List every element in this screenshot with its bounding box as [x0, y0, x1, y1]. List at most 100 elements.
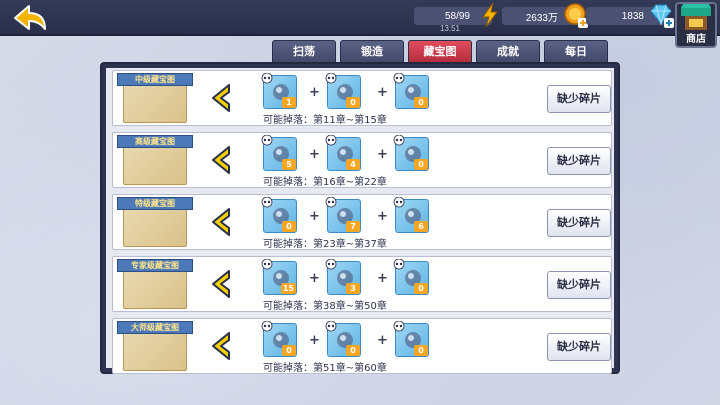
tab-forge[interactable]: 锻造 [340, 40, 404, 62]
treasure-map-row: 高级藏宝图 5 + 4 + 0 可能掉落：第16章~第22章 缺少碎片 [112, 132, 612, 188]
scroll-map-icon [123, 269, 187, 309]
scroll-map-icon [123, 83, 187, 123]
plus-icon: + [377, 271, 388, 286]
fragment-count: 15 [280, 283, 296, 294]
plus-icon: + [309, 147, 320, 162]
fragment-count: 7 [346, 221, 360, 232]
drop-prefix: 可能掉落： [263, 363, 313, 374]
drop-range: 第23章~第37章 [313, 239, 387, 250]
plus-icon: + [309, 333, 320, 348]
chevron-left-icon [212, 270, 230, 298]
map-name-label: 专家级藏宝图 [117, 259, 193, 272]
drop-prefix: 可能掉落： [263, 177, 313, 188]
gold-coin-add-icon[interactable] [564, 2, 588, 28]
fragment-slot-barrel[interactable]: 1 [261, 73, 297, 109]
lightning-icon [482, 2, 498, 28]
map-name-label: 中级藏宝图 [117, 73, 193, 86]
plus-icon: + [377, 333, 388, 348]
drop-info: 可能掉落：第51章~第60章 [263, 359, 387, 374]
fragment-count: 1 [282, 97, 296, 108]
gem-value: 1838 [621, 10, 644, 22]
gold-value: 2633万 [525, 12, 558, 24]
fragment-slot-key[interactable]: 0 [261, 197, 297, 233]
treasure-map-row: 大师级藏宝图 0 + 0 + 0 可能掉落：第51章~第60章 缺少碎片 [112, 318, 612, 374]
fragment-count: 6 [414, 221, 428, 232]
treasure-map-thumbnail[interactable]: 高级藏宝图 [117, 135, 193, 187]
fragment-slot-whale[interactable]: 0 [393, 321, 429, 357]
tab-treasure-map[interactable]: 藏宝图 [408, 40, 472, 62]
chevron-left-icon [212, 332, 230, 360]
back-button[interactable] [8, 2, 52, 34]
scroll-map-icon [123, 207, 187, 247]
chevron-left-icon [212, 84, 230, 112]
fragment-slot-spyglass[interactable]: 0 [325, 73, 361, 109]
drop-info: 可能掉落：第16章~第22章 [263, 173, 387, 188]
fragment-slot-pirate-hat[interactable]: 7 [325, 197, 361, 233]
fragment-slot-orb[interactable]: 0 [393, 259, 429, 295]
fragment-slot-ring[interactable]: 3 [325, 259, 361, 295]
fragment-slot-telescope[interactable]: 5 [261, 135, 297, 171]
drop-range: 第51章~第60章 [313, 363, 387, 374]
chevron-left-icon [212, 146, 230, 174]
scroll-map-icon [123, 145, 187, 185]
treasure-map-thumbnail[interactable]: 专家级藏宝图 [117, 259, 193, 311]
fragment-count: 3 [346, 283, 360, 294]
missing-fragments-button[interactable]: 缺少碎片 [547, 209, 611, 237]
drop-prefix: 可能掉落： [263, 115, 313, 126]
plus-icon: + [377, 147, 388, 162]
chevron-left-icon [212, 208, 230, 236]
map-name-label: 特级藏宝图 [117, 197, 193, 210]
fragment-count: 0 [346, 97, 360, 108]
fragment-slot-magnifier[interactable]: 15 [261, 259, 297, 295]
fragment-slot-sword[interactable]: 4 [325, 135, 361, 171]
fragment-count: 0 [282, 345, 296, 356]
missing-fragments-button[interactable]: 缺少碎片 [547, 271, 611, 299]
fragment-count: 0 [346, 345, 360, 356]
stamina-value: 58/99 [444, 10, 470, 22]
diamond-add-icon[interactable] [648, 2, 674, 28]
fragment-count: 0 [414, 283, 428, 294]
stamina-timer: 13:51 [439, 24, 461, 33]
top-bar: 58/99 13:51 2633万 1838 商店 [0, 0, 720, 48]
stamina-counter: 58/99 [414, 2, 498, 28]
fragment-count: 4 [346, 159, 360, 170]
plus-icon: + [309, 85, 320, 100]
drop-range: 第16章~第22章 [313, 177, 387, 188]
missing-fragments-button[interactable]: 缺少碎片 [547, 147, 611, 175]
fragment-slot-bomb[interactable]: 6 [393, 197, 429, 233]
tab-sweep[interactable]: 扫荡 [272, 40, 336, 62]
treasure-map-list: 中级藏宝图 1 + 0 + 0 可能掉落：第11章~第15章 缺少碎片 高级藏宝… [106, 68, 614, 374]
tab-bar: 扫荡 锻造 藏宝图 成就 每日 [272, 40, 608, 62]
treasure-map-row: 特级藏宝图 0 + 7 + 6 可能掉落：第23章~第37章 缺少碎片 [112, 194, 612, 250]
missing-fragments-button[interactable]: 缺少碎片 [547, 85, 611, 113]
treasure-map-row: 中级藏宝图 1 + 0 + 0 可能掉落：第11章~第15章 缺少碎片 [112, 70, 612, 126]
fragment-count: 0 [414, 97, 428, 108]
plus-icon: + [309, 271, 320, 286]
fragment-slot-anchor[interactable]: 0 [325, 321, 361, 357]
drop-prefix: 可能掉落： [263, 301, 313, 312]
treasure-map-thumbnail[interactable]: 大师级藏宝图 [117, 321, 193, 373]
drop-info: 可能掉落：第38章~第50章 [263, 297, 387, 312]
shop-button[interactable]: 商店 [675, 2, 717, 48]
tab-daily[interactable]: 每日 [544, 40, 608, 62]
scroll-map-icon [123, 331, 187, 371]
treasure-map-thumbnail[interactable]: 特级藏宝图 [117, 197, 193, 249]
plus-icon: + [377, 85, 388, 100]
missing-fragments-button[interactable]: 缺少碎片 [547, 333, 611, 361]
drop-prefix: 可能掉落： [263, 239, 313, 250]
tab-achievements[interactable]: 成就 [476, 40, 540, 62]
fragment-slot-card[interactable]: 0 [261, 321, 297, 357]
treasure-map-thumbnail[interactable]: 中级藏宝图 [117, 73, 193, 125]
fragment-count: 5 [282, 159, 296, 170]
treasure-map-row: 专家级藏宝图 15 + 3 + 0 可能掉落：第38章~第50章 缺少碎片 [112, 256, 612, 312]
fragment-slot-hook[interactable]: 0 [393, 135, 429, 171]
plus-icon: + [377, 209, 388, 224]
back-arrow-icon [14, 5, 46, 30]
map-name-label: 高级藏宝图 [117, 135, 193, 148]
fragment-slot-goblet[interactable]: 0 [393, 73, 429, 109]
drop-range: 第11章~第15章 [313, 115, 387, 126]
drop-info: 可能掉落：第23章~第37章 [263, 235, 387, 250]
treasure-map-panel: 中级藏宝图 1 + 0 + 0 可能掉落：第11章~第15章 缺少碎片 高级藏宝… [100, 62, 620, 374]
fragment-count: 0 [414, 345, 428, 356]
plus-icon: + [309, 209, 320, 224]
